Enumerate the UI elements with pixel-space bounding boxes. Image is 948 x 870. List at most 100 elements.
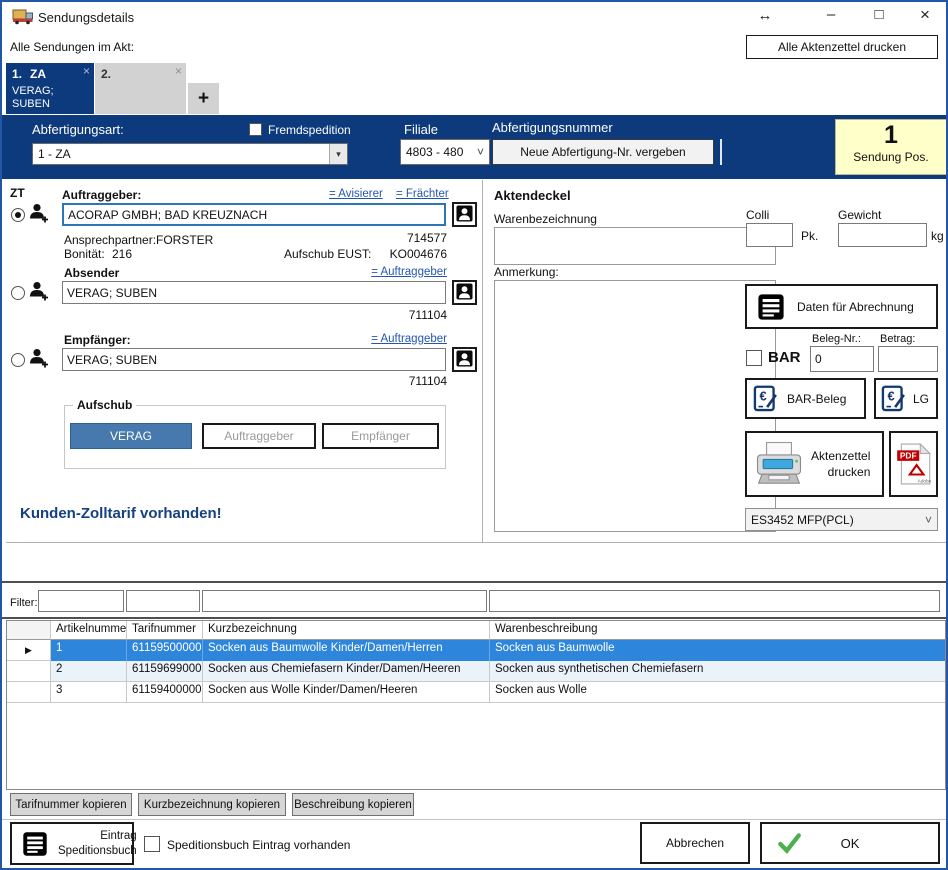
filter-artikelnummer-input[interactable] [38, 590, 124, 612]
eintrag-speditionsbuch-button[interactable]: Eintrag Speditionsbuch [10, 822, 134, 865]
add-shipment-tab-button[interactable]: + [188, 83, 219, 114]
position-count: 1 [836, 121, 946, 150]
speditionsbuch-checkbox[interactable] [144, 836, 160, 852]
truck-icon [12, 8, 34, 28]
daten-fuer-abrechnung-label: Daten für Abrechnung [797, 300, 914, 314]
anmerkung-label: Anmerkung: [494, 265, 559, 279]
abfertigungsart-select[interactable]: 1 - ZA ▾ [32, 143, 348, 165]
anmerkung-textarea[interactable] [494, 280, 776, 532]
row-selector-header [7, 621, 51, 640]
col-kurzbezeichnung[interactable]: Kurzbezeichnung [203, 621, 490, 640]
tab-shipment-2[interactable]: 2. × [95, 63, 186, 114]
aufschub-auftraggeber-label: Auftraggeber [224, 429, 293, 443]
absender-contact-button[interactable] [452, 280, 477, 305]
auftraggeber-input[interactable] [62, 203, 446, 226]
resize-horizontal-icon[interactable]: ↔ [754, 7, 776, 25]
auftraggeber-radio[interactable] [11, 208, 25, 222]
cancel-button[interactable]: Abbrechen [640, 822, 750, 864]
bar-beleg-button[interactable]: € BAR-Beleg [745, 378, 866, 419]
speditionsbuch-checkbox-label: Speditionsbuch Eintrag vorhanden [167, 838, 350, 852]
filter-warenbeschreibung-input[interactable] [489, 590, 940, 612]
copy-kurzbezeichnung-button[interactable]: Kurzbezeichnung kopieren [138, 793, 286, 816]
close-button[interactable]: × [914, 6, 936, 24]
cell-artikelnummer: 3 [51, 682, 127, 702]
cell-kurzbezeichnung: Socken aus Wolle Kinder/Damen/Heeren [203, 682, 490, 702]
chevron-down-icon: ˅ [472, 140, 489, 164]
check-icon [776, 830, 802, 856]
printer-value: ES3452 MFP(PCL) [746, 513, 920, 527]
chevron-down-icon: ˅ [920, 509, 937, 530]
copy-tarifnummer-button[interactable]: Tarifnummer kopieren [10, 793, 132, 816]
tab2-close-icon[interactable]: × [175, 64, 182, 78]
table-section-top-border [2, 581, 946, 583]
cancel-label: Abbrechen [666, 836, 724, 850]
filiale-select[interactable]: 4803 - 480 ˅ [400, 139, 490, 165]
printer-icon [753, 441, 805, 487]
absender-auftraggeber-link[interactable]: = Auftraggeber [357, 266, 447, 278]
aufschub-verag-button[interactable]: VERAG [70, 423, 192, 449]
bar-checkbox[interactable] [746, 350, 762, 366]
table-row[interactable]: 3 61159400000 Socken aus Wolle Kinder/Da… [7, 682, 945, 703]
filter-kurzbezeichnung-input[interactable] [202, 590, 487, 612]
gewicht-input[interactable] [838, 223, 927, 247]
cell-kurzbezeichnung: Socken aus Chemiefasern Kinder/Damen/Hee… [203, 661, 490, 681]
empfaenger-radio[interactable] [11, 353, 25, 367]
table-row[interactable]: 2 61159699000 Socken aus Chemiefasern Ki… [7, 661, 945, 682]
empfaenger-number: 711104 [367, 374, 447, 388]
fremdspedition-checkbox[interactable] [249, 123, 262, 136]
table-row[interactable]: ▶ 1 61159500000 Socken aus Baumwolle Kin… [7, 640, 945, 661]
new-abfertigung-number-button[interactable]: Neue Abfertigung-Nr. vergeben [492, 139, 714, 165]
empfaenger-auftraggeber-link[interactable]: = Auftraggeber [357, 333, 447, 345]
tab-shipment-1[interactable]: 1. ZA VERAG; SUBEN × [6, 63, 94, 114]
title-bar: Sendungsdetails ↔ – □ × [2, 2, 946, 32]
col-tarifnummer[interactable]: Tarifnummer [127, 621, 203, 640]
aktenzettel-drucken-button[interactable]: Aktenzettel drucken [745, 431, 884, 497]
add-contact-icon[interactable] [28, 202, 50, 227]
zt-column-label: ZT [10, 186, 25, 200]
col-artikelnummer[interactable]: Artikelnummer [51, 621, 127, 640]
contact-icon [456, 283, 473, 303]
aufschub-verag-label: VERAG [110, 429, 152, 443]
customs-tariff-note: Kunden-Zolltarif vorhanden! [20, 505, 222, 522]
empfaenger-contact-button[interactable] [452, 347, 477, 372]
absender-radio[interactable] [11, 286, 25, 300]
add-contact-icon[interactable] [28, 347, 50, 372]
abfertigungsart-label: Abfertigungsart: [32, 122, 124, 137]
minimize-button[interactable]: – [820, 6, 842, 24]
aufschub-empfaenger-label: Empfänger [351, 429, 410, 443]
speditionsbuch-line1: Eintrag [100, 830, 136, 842]
print-all-aktenzettel-button[interactable]: Alle Aktenzettel drucken [746, 35, 938, 59]
auftraggeber-contact-button[interactable] [452, 202, 477, 227]
fraechter-link[interactable]: = Frächter [396, 188, 449, 200]
grid-header-row: Artikelnummer Tarifnummer Kurzbezeichnun… [7, 621, 945, 640]
avisierer-link[interactable]: = Avisierer [329, 188, 383, 200]
lg-button[interactable]: € LG [874, 378, 938, 419]
bar-beleg-label: BAR-Beleg [787, 392, 846, 406]
ansprechpartner-value: FORSTER [156, 233, 213, 247]
printer-select[interactable]: ES3452 MFP(PCL) ˅ [745, 508, 938, 531]
betrag-input[interactable] [878, 346, 938, 372]
pdf-export-button[interactable]: PDF Adobe [889, 431, 938, 497]
copy-beschreibung-button[interactable]: Beschreibung kopieren [292, 793, 414, 816]
filiale-label: Filiale [404, 122, 438, 137]
col-warenbeschreibung[interactable]: Warenbeschreibung [490, 621, 945, 640]
betrag-label: Betrag: [880, 333, 915, 345]
warenbezeichnung-textarea[interactable] [494, 227, 776, 265]
aufschub-auftraggeber-button[interactable]: Auftraggeber [202, 423, 316, 449]
add-contact-icon[interactable] [28, 280, 50, 305]
filter-tarifnummer-input[interactable] [126, 590, 200, 612]
euro-receipt-icon: € [881, 385, 907, 413]
absender-input[interactable] [62, 281, 446, 304]
empfaenger-input[interactable] [62, 348, 446, 371]
aufschub-empfaenger-button[interactable]: Empfänger [322, 423, 439, 449]
ok-button[interactable]: OK [760, 822, 940, 864]
beleg-nr-input[interactable] [810, 346, 874, 372]
tab1-close-icon[interactable]: × [83, 64, 90, 78]
fremdspedition-label: Fremdspedition [268, 123, 351, 137]
ansprechpartner-label: Ansprechpartner: [64, 233, 156, 247]
beleg-nr-label: Beleg-Nr.: [812, 333, 861, 345]
footer-divider [2, 819, 946, 820]
daten-fuer-abrechnung-button[interactable]: Daten für Abrechnung [745, 284, 938, 329]
maximize-button[interactable]: □ [868, 6, 890, 24]
colli-input[interactable] [746, 223, 793, 247]
